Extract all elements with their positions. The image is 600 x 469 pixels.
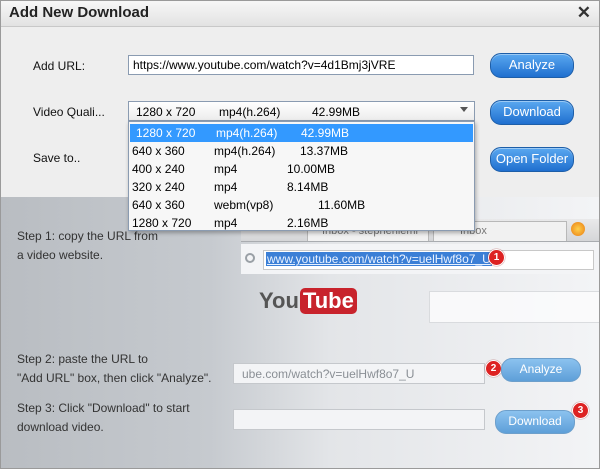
download-button[interactable]: Download [490, 100, 574, 125]
illustration-analyze-button: Analyze [501, 358, 581, 382]
step-2-text: Step 2: paste the URL to "Add URL" box, … [17, 352, 212, 385]
url-input[interactable] [128, 55, 474, 75]
add-download-window: Add New Download ✕ Add URL: Analyze Vide… [0, 0, 600, 469]
illustration-url-box: ube.com/watch?v=uelHwf8o7_U [233, 363, 485, 384]
quality-option[interactable]: 640 x 360 mp4(h.264) 13.37MB [130, 142, 473, 160]
illustration-address-bar: www.youtube.com/watch?v=uelHwf8o7_U [241, 244, 599, 274]
open-folder-button[interactable]: Open Folder [490, 147, 574, 172]
youtube-logo: You Tube [259, 288, 357, 314]
illustration-search-box [429, 291, 599, 323]
illustration-quality-box [233, 409, 485, 430]
close-icon[interactable]: ✕ [577, 3, 591, 23]
window-title: Add New Download [9, 4, 149, 21]
chevron-down-icon[interactable] [460, 107, 468, 112]
illustration-address-url: www.youtube.com/watch?v=uelHwf8o7_U [266, 252, 492, 266]
globe-icon [245, 253, 255, 263]
quality-option[interactable]: 400 x 240 mp4 10.00MB [130, 160, 473, 178]
quality-dropdown-list: 1280 x 720 mp4(h.264) 42.99MB 640 x 360 … [128, 121, 475, 231]
analyze-button[interactable]: Analyze [490, 53, 574, 78]
illustration-download-button: Download [495, 410, 575, 434]
step-3-text: Step 3: Click "Download" to start downlo… [17, 401, 190, 434]
quality-label: Video Quali... [33, 105, 105, 119]
selected-codec: mp4(h.264) [219, 105, 281, 119]
quality-select[interactable]: 1280 x 720 mp4(h.264) 42.99MB [128, 101, 475, 121]
title-bar: Add New Download ✕ [1, 1, 599, 27]
browser-logo-icon [571, 222, 585, 236]
selected-resolution: 1280 x 720 [136, 105, 196, 119]
step-2-badge: 2 [485, 360, 502, 377]
quality-option[interactable]: 640 x 360 webm(vp8) 11.60MB [130, 196, 473, 214]
quality-option[interactable]: 1280 x 720 mp4 2.16MB [130, 214, 473, 232]
save-to-label: Save to.. [33, 151, 81, 165]
quality-option[interactable]: 1280 x 720 mp4(h.264) 42.99MB [130, 124, 473, 142]
quality-option[interactable]: 320 x 240 mp4 8.14MB [130, 178, 473, 196]
step-1-badge: 1 [488, 249, 505, 266]
selected-size: 42.99MB [312, 105, 361, 119]
step-3-badge: 3 [572, 402, 589, 419]
url-label: Add URL: [33, 59, 86, 73]
step-1-text: Step 1: copy the URL from a video websit… [17, 229, 158, 262]
